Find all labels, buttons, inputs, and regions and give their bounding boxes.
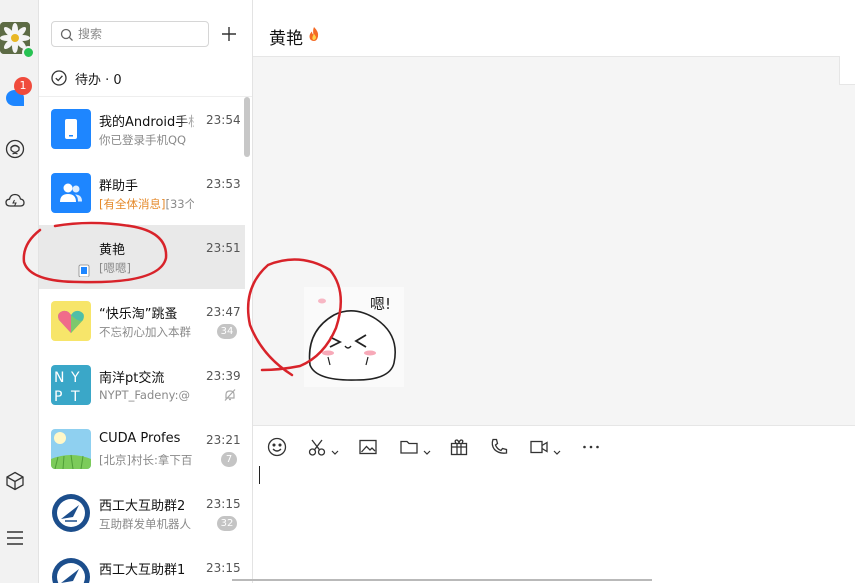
svg-text:T: T — [70, 389, 80, 405]
conversation-item-kuailetao[interactable]: “快乐淘”跳蚤 23:47 不忘初心加入本群 34 — [39, 289, 245, 353]
conversation-time: 23:47 — [206, 305, 241, 319]
unread-badge: 1 — [14, 77, 32, 95]
muted-bell-icon — [224, 389, 236, 401]
phone-call-icon[interactable] — [489, 437, 509, 457]
conversation-time: 23:15 — [206, 497, 241, 511]
conversation-preview: 你已登录手机QQ — [99, 133, 187, 147]
svg-text:Y: Y — [70, 370, 80, 386]
nypt-logo-icon: N Y P T — [51, 365, 91, 405]
conversation-preview: 不忘初心加入本群 — [99, 325, 191, 339]
conversation-name: 黄艳 — [99, 243, 126, 258]
conversation-name: 西工大互助群2 — [99, 499, 186, 514]
conversation-preview: [有全体消息][33个 — [99, 197, 194, 211]
heart-logo-icon — [51, 301, 91, 341]
conversation-preview: NYPT_Fadeny:@ — [99, 388, 190, 402]
chevron-down-icon[interactable] — [553, 443, 561, 463]
conversation-list-panel: 待办 · 0 我的Android手机 23:54 你已登录手机QQ 群助手 23… — [39, 0, 253, 583]
group-helper-icon — [51, 173, 91, 213]
conversation-name: 群助手 — [99, 179, 139, 194]
svg-text:P: P — [54, 389, 62, 405]
chat-window: 黄艳 嗯! — [253, 0, 855, 584]
add-button[interactable] — [219, 24, 239, 44]
chevron-down-icon[interactable] — [423, 443, 431, 463]
message-composer[interactable] — [253, 425, 855, 584]
conversation-preview: 互助群发单机器人 — [99, 517, 191, 531]
scissors-icon[interactable] — [307, 437, 327, 457]
conversation-time: 23:15 — [206, 561, 241, 575]
emoji-icon[interactable] — [267, 437, 287, 457]
divider — [232, 579, 652, 581]
conversation-time: 23:53 — [206, 177, 241, 191]
chat-scrollbar[interactable] — [839, 56, 855, 85]
search-box[interactable] — [51, 21, 209, 47]
more-icon[interactable] — [581, 437, 601, 457]
conversation-time: 23:21 — [206, 433, 241, 447]
conversation-time: 23:51 — [206, 241, 241, 255]
conversation-item-cuda[interactable]: CUDA Profes 23:21 [北京]村长:拿下百 7 — [39, 417, 245, 481]
unread-count-badge: 7 — [221, 452, 237, 467]
university-seal-icon — [51, 493, 91, 533]
contacts-face-icon[interactable] — [4, 138, 26, 160]
check-circle-icon — [51, 70, 67, 86]
cloud-icon[interactable] — [4, 189, 26, 211]
conversation-name: 南洋pt交流 — [99, 371, 165, 386]
navigation-rail: 1 — [0, 0, 39, 583]
sticker-text: 嗯! — [370, 295, 391, 313]
contact-avatar — [51, 237, 91, 277]
chat-title: 黄艳 — [269, 29, 303, 49]
video-call-icon[interactable] — [529, 437, 549, 457]
todo-entry[interactable]: 待办 · 0 — [51, 68, 122, 88]
sky-grass-icon — [51, 429, 91, 469]
phone-device-icon — [51, 109, 91, 149]
online-status-dot — [22, 46, 35, 59]
conversation-preview: [北京]村长:拿下百 — [99, 453, 193, 467]
mochi-sticker-icon[interactable]: 嗯! — [304, 287, 404, 387]
cube-icon[interactable] — [4, 470, 26, 492]
text-caret — [259, 466, 260, 484]
list-scrollbar[interactable] — [244, 97, 250, 157]
conversation-item-group-helper[interactable]: 群助手 23:53 [有全体消息][33个 — [39, 161, 245, 225]
image-icon[interactable] — [358, 437, 378, 457]
conversation-time: 23:39 — [206, 369, 241, 383]
conversation-item-android-phone[interactable]: 我的Android手机 23:54 你已登录手机QQ — [39, 97, 245, 161]
conversation-item-nwpu-group-2[interactable]: 西工大互助群2 23:15 互助群发单机器人 32 — [39, 481, 245, 545]
conversation-time: 23:54 — [206, 113, 241, 127]
search-input[interactable] — [78, 25, 198, 43]
gift-icon[interactable] — [449, 437, 469, 457]
conversation-item-nypt[interactable]: N Y P T 南洋pt交流 23:39 NYPT_Fadeny:@ — [39, 353, 245, 417]
chat-header: 黄艳 — [253, 0, 855, 57]
todo-label: 待办 · 0 — [75, 72, 122, 88]
search-icon — [60, 28, 73, 41]
folder-icon[interactable] — [399, 437, 419, 457]
mobile-status-icon — [78, 264, 90, 277]
conversation-preview: [嗯嗯] — [99, 261, 131, 275]
mention-highlight: [有全体消息] — [99, 197, 166, 211]
unread-count-badge: 32 — [217, 516, 237, 531]
svg-text:N: N — [54, 370, 64, 386]
unread-count-badge: 34 — [217, 324, 237, 339]
menu-icon[interactable] — [4, 527, 26, 549]
conversation-item-nwpu-group-1[interactable]: 西工大互助群1 23:15 — [39, 545, 245, 583]
chevron-down-icon[interactable] — [331, 443, 339, 463]
university-seal-icon — [51, 557, 91, 583]
conversation-name: 西工大互助群1 — [99, 563, 186, 578]
fire-icon — [309, 27, 319, 41]
conversation-item-huangyan[interactable]: 黄艳 23:51 [嗯嗯] — [39, 225, 245, 289]
